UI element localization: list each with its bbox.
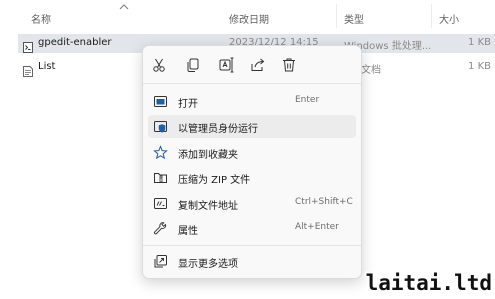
copy-path-icon bbox=[153, 196, 168, 211]
open-icon bbox=[153, 94, 168, 109]
file-size: 1 KB bbox=[468, 37, 491, 48]
rename-icon[interactable] bbox=[216, 55, 236, 75]
file-name: gpedit-enabler bbox=[38, 37, 112, 48]
column-name[interactable]: 名称 bbox=[31, 11, 51, 26]
column-size[interactable]: 大小 bbox=[439, 11, 459, 26]
file-type: 文档 bbox=[361, 65, 381, 76]
more-options-icon bbox=[153, 254, 168, 269]
text-file-icon bbox=[23, 62, 33, 77]
column-header: 名称 修改日期 类型 大小 bbox=[0, 0, 495, 28]
menu-item-show-more-options[interactable]: 显示更多选项 bbox=[148, 250, 356, 273]
column-date[interactable]: 修改日期 bbox=[229, 11, 269, 26]
star-icon bbox=[153, 145, 168, 160]
cut-icon[interactable] bbox=[149, 55, 169, 75]
menu-item-label: 显示更多选项 bbox=[178, 259, 238, 270]
menu-item-copy-path[interactable]: 复制文件地址 Ctrl+Shift+C bbox=[148, 192, 356, 215]
copy-icon[interactable] bbox=[183, 55, 203, 75]
menu-item-properties[interactable]: 属性 Alt+Enter bbox=[148, 217, 356, 240]
file-size: 1 KB bbox=[468, 61, 491, 72]
menu-item-add-to-favorites[interactable]: 添加到收藏夹 bbox=[148, 141, 356, 164]
menu-separator bbox=[143, 83, 361, 84]
menu-item-run-as-admin[interactable]: 以管理员身份运行 bbox=[148, 115, 356, 138]
watermark: laitai.ltd bbox=[365, 271, 492, 295]
zip-folder-icon bbox=[153, 170, 168, 185]
column-type[interactable]: 类型 bbox=[344, 11, 364, 26]
menu-item-shortcut: Alt+Enter bbox=[295, 222, 339, 232]
batch-file-icon bbox=[23, 38, 33, 53]
menu-separator bbox=[143, 245, 361, 246]
menu-item-label: 压缩为 ZIP 文件 bbox=[178, 175, 251, 186]
menu-item-label: 以管理员身份运行 bbox=[178, 124, 258, 135]
column-divider[interactable] bbox=[431, 4, 432, 28]
column-divider[interactable] bbox=[336, 4, 337, 28]
menu-item-shortcut: Ctrl+Shift+C bbox=[295, 197, 353, 207]
menu-item-open[interactable]: 打开 Enter bbox=[148, 90, 356, 113]
menu-item-label: 打开 bbox=[178, 99, 198, 110]
menu-item-label: 属性 bbox=[178, 226, 198, 237]
menu-item-label: 添加到收藏夹 bbox=[178, 150, 238, 161]
sort-ascending-icon bbox=[119, 3, 129, 14]
wrench-icon bbox=[153, 221, 168, 236]
share-icon[interactable] bbox=[248, 55, 268, 75]
menu-item-shortcut: Enter bbox=[295, 95, 320, 105]
shield-icon bbox=[153, 119, 168, 134]
menu-item-compress-zip[interactable]: 压缩为 ZIP 文件 bbox=[148, 166, 356, 189]
file-name: List bbox=[38, 61, 56, 72]
menu-item-label: 复制文件地址 bbox=[178, 201, 238, 212]
delete-icon[interactable] bbox=[279, 55, 299, 75]
context-menu: 打开 Enter 以管理员身份运行 添加到收藏夹 压缩为 ZIP 文件 复制文件… bbox=[142, 45, 362, 279]
